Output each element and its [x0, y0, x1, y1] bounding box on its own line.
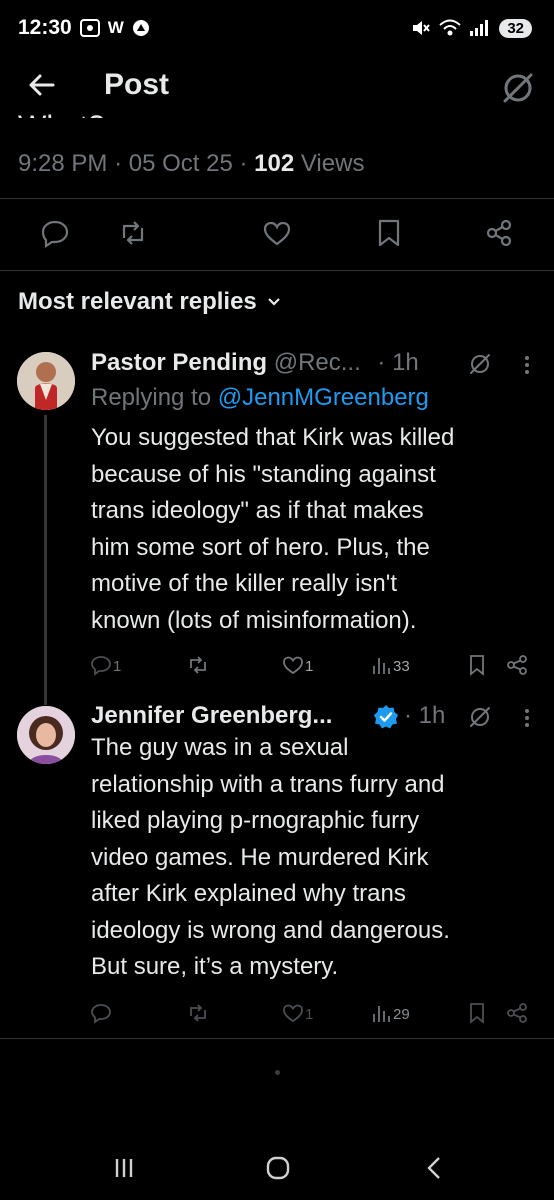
- author-handle[interactable]: @Rec...: [274, 349, 361, 376]
- text-line: relationship with a trans furry and: [91, 770, 445, 798]
- views-icon[interactable]: [370, 1002, 392, 1024]
- chevron-down-icon: [267, 298, 280, 306]
- clock: 12:30: [18, 16, 72, 39]
- reply-text: The guy was in a sexual relationship wit…: [91, 730, 531, 986]
- share-icon[interactable]: [484, 218, 514, 248]
- reply-count: 1: [113, 658, 122, 675]
- grok-icon[interactable]: [500, 70, 536, 106]
- status-bar: 12:30 W 32: [0, 0, 554, 56]
- text-line: video games. He murdered Kirk: [91, 843, 429, 871]
- divider: [0, 270, 554, 271]
- notification-app-icon: W: [107, 18, 124, 37]
- signal-icon: [470, 20, 489, 36]
- views-count: 29: [393, 1006, 410, 1023]
- wifi-icon: [439, 19, 461, 36]
- grok-icon[interactable]: [468, 352, 492, 376]
- meta-separator: ·: [114, 150, 123, 177]
- text-line: But sure, it’s a mystery.: [91, 953, 339, 980]
- screenshot-icon: [79, 19, 100, 37]
- like-icon[interactable]: [282, 1002, 304, 1024]
- like-icon[interactable]: [262, 218, 292, 248]
- text-line: The guy was in a sexual: [91, 734, 349, 761]
- more-options-icon[interactable]: [524, 708, 530, 728]
- system-nav-bar: [0, 1140, 554, 1200]
- avatar[interactable]: [17, 352, 75, 410]
- bookmark-icon[interactable]: [374, 218, 404, 248]
- grok-icon[interactable]: [468, 705, 492, 729]
- reply-icon[interactable]: [90, 1002, 112, 1024]
- share-icon[interactable]: [506, 654, 528, 676]
- reply-icon[interactable]: [90, 654, 112, 676]
- repost-icon[interactable]: [118, 218, 148, 248]
- bookmark-icon[interactable]: [466, 654, 488, 676]
- author-name[interactable]: Pastor Pending: [91, 349, 267, 376]
- views-label: Views: [300, 150, 365, 177]
- text-line: trans ideology" as if that makes: [91, 497, 424, 524]
- page-title: Post: [104, 68, 170, 101]
- avatar-image: [17, 352, 75, 410]
- text-line: known (lots of misinformation).: [91, 606, 417, 634]
- reply-icon[interactable]: [40, 218, 70, 248]
- replying-to-prefix: Replying to: [91, 384, 218, 411]
- replying-to-handle[interactable]: @JennMGreenberg: [218, 384, 429, 411]
- repost-icon[interactable]: [187, 654, 209, 676]
- text-line: because of his "standing against: [91, 460, 436, 488]
- views-icon[interactable]: [370, 654, 392, 676]
- reply-text: You suggested that Kirk was killed becau…: [91, 420, 531, 639]
- post-date: 05 Oct 25: [128, 150, 233, 177]
- back-nav-icon[interactable]: [424, 1155, 444, 1181]
- post-meta: 9:28 PM · 05 Oct 25 · 102 Views: [18, 150, 364, 178]
- avatar[interactable]: [17, 706, 75, 764]
- recent-apps-icon[interactable]: [112, 1156, 136, 1180]
- post-time: 9:28 PM: [18, 150, 108, 177]
- back-arrow-icon[interactable]: [26, 70, 56, 100]
- author-name[interactable]: Jennifer Greenberg...: [91, 702, 332, 729]
- verified-badge-icon: [374, 705, 398, 729]
- battery-indicator: 32: [499, 18, 532, 38]
- meta-separator: ·: [239, 150, 248, 177]
- text-line: ideology is wrong and dangerous.: [91, 916, 450, 944]
- post-action-bar: [0, 218, 554, 254]
- text-line: liked playing p-rnographic furry: [91, 807, 420, 834]
- text-line: after Kirk explained why trans: [91, 880, 406, 907]
- reply-header: Jennifer Greenberg...: [91, 702, 332, 730]
- divider: [0, 198, 554, 199]
- reply-header: Pastor Pending @Rec... · 1h: [91, 349, 419, 377]
- text-line: You suggested that Kirk was killed: [91, 424, 455, 451]
- divider: [0, 1038, 554, 1039]
- like-count: 1: [305, 1006, 314, 1023]
- views-count: 33: [393, 658, 410, 675]
- like-count: 1: [305, 658, 314, 675]
- share-icon[interactable]: [506, 1002, 528, 1024]
- bookmark-icon[interactable]: [466, 1002, 488, 1024]
- thread-line: [44, 415, 47, 705]
- replying-to: Replying to @JennMGreenberg: [91, 384, 429, 412]
- text-line: motive of the killer really isn't: [91, 570, 398, 597]
- text-line: him some sort of hero. Plus, the: [91, 533, 430, 561]
- replies-sort-dropdown[interactable]: Most relevant replies: [18, 288, 281, 316]
- reply-time: · 1h: [377, 349, 419, 376]
- more-options-icon[interactable]: [524, 355, 530, 375]
- replies-sort-label: Most relevant replies: [18, 288, 257, 315]
- loading-indicator: [275, 1070, 280, 1075]
- alert-icon: [132, 20, 149, 36]
- mute-icon: [413, 21, 431, 35]
- reply-time: · 1h: [404, 702, 446, 729]
- clip-mask: [0, 118, 554, 128]
- like-icon[interactable]: [282, 654, 304, 676]
- repost-icon[interactable]: [187, 1002, 209, 1024]
- avatar-image: [17, 706, 75, 764]
- home-icon[interactable]: [265, 1155, 291, 1181]
- views-count: 102: [254, 150, 295, 177]
